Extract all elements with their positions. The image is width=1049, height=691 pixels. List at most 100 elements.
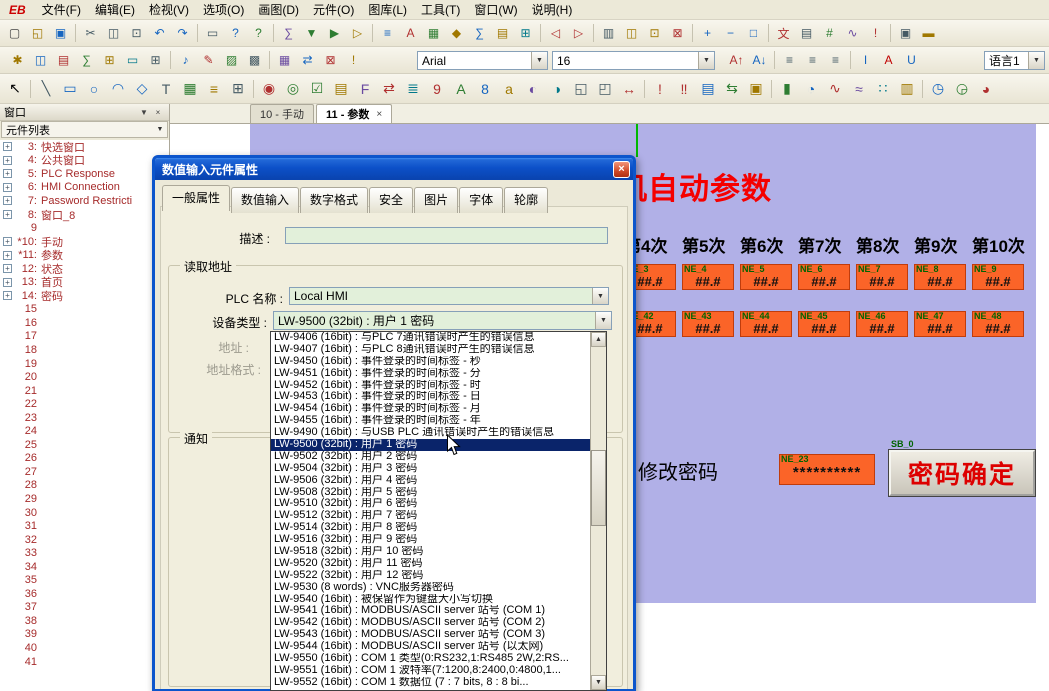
font-size-combo[interactable]: 16 ▼ (552, 51, 715, 70)
image-button[interactable]: ▦ (178, 76, 202, 102)
polygon-button[interactable]: ◇ (130, 76, 154, 102)
window-list-item[interactable]: +14:密码 (0, 289, 169, 303)
dropdown-item[interactable]: LW-9452 (16bit) : 事件登录的时间标签 - 时 (271, 380, 590, 392)
menu-item[interactable]: 工具(T) (414, 0, 467, 19)
dropdown-item[interactable]: LW-9542 (16bit) : MODBUS/ASCII server 站号… (271, 617, 590, 629)
table-button[interactable]: ⊞ (226, 76, 250, 102)
dialog-title-bar[interactable]: 数值输入元件属性 × (155, 158, 633, 180)
expand-icon[interactable]: + (3, 237, 12, 246)
dropdown-item[interactable]: LW-9552 (16bit) : COM 1 数据位 (7 : 7 bits,… (271, 677, 590, 689)
arc-button[interactable]: ◠ (106, 76, 130, 102)
chevron-down-icon[interactable]: ▼ (1028, 52, 1044, 69)
ascii-display-button[interactable]: a (497, 76, 521, 102)
description-field[interactable] (285, 227, 608, 244)
expand-icon[interactable]: + (3, 142, 12, 151)
dropdown-item[interactable]: LW-9543 (16bit) : MODBUS/ASCII server 站号… (271, 629, 590, 641)
grid-style-button[interactable]: ▩ (243, 49, 266, 71)
numeric-input-cell[interactable]: NE_8##.# (914, 264, 966, 290)
function-key-button[interactable]: F (353, 76, 377, 102)
dialog-tab[interactable]: 安全 (369, 187, 413, 213)
numeric-input-cell[interactable]: NE_46##.# (856, 311, 908, 337)
dropdown-item[interactable]: LW-9453 (16bit) : 事件登录的时间标签 - 日 (271, 391, 590, 403)
dialog-tab[interactable]: 字体 (459, 187, 503, 213)
menu-item[interactable]: 画图(D) (251, 0, 306, 19)
expand-icon[interactable]: + (3, 169, 12, 178)
dropdown-item[interactable]: LW-9454 (16bit) : 事件登录的时间标签 - 月 (271, 403, 590, 415)
security-settings-button[interactable]: ⊠ (319, 49, 342, 71)
xy-plot-button[interactable]: ∷ (871, 76, 895, 102)
dropdown-item[interactable]: LW-9500 (32bit) : 用户 1 密码 (271, 439, 590, 451)
window-copy-button[interactable]: ◫ (620, 22, 643, 44)
align-right-button[interactable]: ≡ (824, 49, 847, 71)
keyboard-button[interactable]: ▦ (273, 49, 296, 71)
menu-item[interactable]: 图库(L) (361, 0, 414, 19)
window-list-item[interactable]: +5:PLC Response (0, 167, 169, 181)
expand-icon[interactable]: + (3, 291, 12, 300)
toggle-switch-button[interactable]: ⇄ (377, 76, 401, 102)
chevron-down-icon[interactable]: ▼ (698, 52, 714, 69)
numeric-input-cell[interactable]: NE_9##.# (972, 264, 1024, 290)
window-paste-button[interactable]: ⊡ (643, 22, 666, 44)
window-list-item[interactable]: 26 (0, 452, 169, 466)
trend-display-button[interactable]: ∿ (823, 76, 847, 102)
menu-item[interactable]: 元件(O) (306, 0, 361, 19)
dropdown-item[interactable]: LW-9530 (8 words) : VNC服务器密码 (271, 582, 590, 594)
window-list-item[interactable]: 27 (0, 465, 169, 479)
window-list-item[interactable]: +4:公共窗口 (0, 154, 169, 168)
panel-menu-button[interactable]: ▼ (137, 106, 151, 119)
window-tree-button[interactable]: ▤ (795, 22, 818, 44)
pie-chart-button[interactable]: ◕ (974, 76, 998, 102)
window-list-item[interactable]: +6:HMI Connection (0, 181, 169, 195)
window-list-item[interactable]: 33 (0, 546, 169, 560)
rectangle-button[interactable]: ▭ (58, 76, 82, 102)
help-about-button[interactable]: ? (224, 22, 247, 44)
scrollbar-down-button[interactable]: ▼ (591, 675, 606, 690)
ellipse-button[interactable]: ○ (82, 76, 106, 102)
scrollbar-up-button[interactable]: ▲ (591, 332, 606, 347)
dropdown-item[interactable]: LW-9504 (32bit) : 用户 3 密码 (271, 463, 590, 475)
zoom-in-button[interactable]: + (696, 22, 719, 44)
dropdown-item[interactable]: LW-9508 (32bit) : 用户 5 密码 (271, 487, 590, 499)
dropdown-item[interactable]: LW-9516 (32bit) : 用户 9 密码 (271, 534, 590, 546)
dropdown-item[interactable]: LW-9407 (16bit) : 与PLC 8通讯错误时产生的错误信息 (271, 344, 590, 356)
open-file-button[interactable]: ◱ (26, 22, 49, 44)
window-list-item[interactable]: 29 (0, 492, 169, 506)
align-center-button[interactable]: ≡ (801, 49, 824, 71)
shape-manager-button[interactable]: ◆ (445, 22, 468, 44)
window-list-item[interactable]: 39 (0, 628, 169, 642)
tab-close-icon[interactable]: × (376, 109, 382, 120)
animation-button[interactable]: ◑ (545, 76, 569, 102)
window-list-item[interactable]: +13:首页 (0, 275, 169, 289)
numeric-input-button[interactable]: 9 (425, 76, 449, 102)
window-list-item[interactable]: 20 (0, 370, 169, 384)
numeric-input-cell[interactable]: NE_47##.# (914, 311, 966, 337)
menu-item[interactable]: 编辑(E) (88, 0, 142, 19)
expand-icon[interactable]: + (3, 183, 12, 192)
window-tab[interactable]: 11 - 参数× (316, 104, 392, 123)
bit-lamp-button[interactable]: ◉ (257, 76, 281, 102)
context-help-button[interactable]: ? (247, 22, 270, 44)
backup-button[interactable]: ▣ (744, 76, 768, 102)
font-enlarge-button[interactable]: A↑ (725, 49, 748, 71)
dropdown-scrollbar[interactable]: ▲ ▼ (590, 332, 606, 690)
panel-view-selector[interactable]: 元件列表 ▼ (1, 121, 168, 138)
project-settings-button[interactable]: ✱ (6, 49, 29, 71)
window-list-item[interactable]: 34 (0, 560, 169, 574)
dropdown-item[interactable]: LW-9514 (32bit) : 用户 8 密码 (271, 522, 590, 534)
dropdown-item[interactable]: LW-9450 (16bit) : 事件登录的时间标签 - 秒 (271, 356, 590, 368)
menu-item[interactable]: 文件(F) (35, 0, 88, 19)
numeric-input-cell[interactable]: NE_43##.# (682, 311, 734, 337)
address-grid-button[interactable]: ⊞ (98, 49, 121, 71)
numeric-input-cell[interactable]: NE_5##.# (740, 264, 792, 290)
dropdown-item[interactable]: LW-9502 (32bit) : 用户 2 密码 (271, 451, 590, 463)
font-family-combo[interactable]: Arial ▼ (417, 51, 548, 70)
ascii-input-button[interactable]: A (449, 76, 473, 102)
expand-icon[interactable]: + (3, 264, 12, 273)
expand-icon[interactable]: + (3, 210, 12, 219)
numeric-display-button[interactable]: 8 (473, 76, 497, 102)
set-word-button[interactable]: ▤ (329, 76, 353, 102)
window-list-item[interactable]: 32 (0, 533, 169, 547)
pen-style-button[interactable]: ✎ (197, 49, 220, 71)
zoom-fit-button[interactable]: □ (742, 22, 765, 44)
modify-password-text[interactable]: 修改密码 (638, 456, 718, 485)
